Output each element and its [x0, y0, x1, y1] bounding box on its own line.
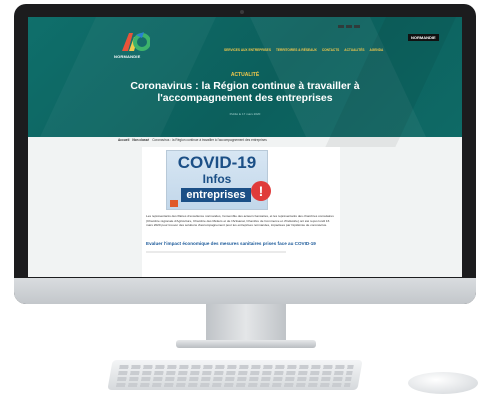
key-row — [116, 377, 352, 381]
warning-icon: ! — [251, 181, 271, 201]
key-row — [119, 365, 354, 369]
keyboard — [107, 360, 363, 390]
main-nav: SERVICES AUX ENTREPRISES TERRITOIRES & R… — [224, 48, 383, 52]
key-row — [118, 371, 353, 375]
region-badge[interactable]: NORMANDIE — [408, 34, 439, 41]
article-subheading: Evaluer l'impact économique des mesures … — [146, 241, 316, 246]
monitor-chin — [14, 278, 476, 304]
nav-item-agenda[interactable]: AGENDA — [369, 48, 383, 52]
image-banner: entreprises — [181, 188, 251, 202]
social-icon[interactable] — [346, 25, 352, 28]
social-icon[interactable] — [338, 25, 344, 28]
nav-item-actualites[interactable]: ACTUALITÉS — [344, 48, 364, 52]
monitor-stand-base — [176, 340, 316, 348]
social-icon[interactable] — [354, 25, 360, 28]
image-subtitle: Infos — [202, 172, 232, 186]
screen: NORMANDIE SERVICES AUX ENTREPRISES TERRI… — [28, 17, 462, 277]
nav-item-territoires[interactable]: TERRITOIRES & RÉSEAUX — [276, 48, 317, 52]
page-title: Coronavirus : la Région continue à trava… — [130, 80, 360, 104]
breadcrumb-current: Coronavirus : la Région continue à trava… — [152, 138, 267, 142]
camera-icon — [240, 10, 244, 14]
topbar-social-icons[interactable] — [338, 25, 360, 28]
nav-item-services[interactable]: SERVICES AUX ENTREPRISES — [224, 48, 271, 52]
image-title: COVID-19 — [177, 153, 257, 172]
key-row — [115, 383, 351, 387]
article-card: COVID-19 Infos entreprises ! Les représe… — [142, 147, 340, 277]
logo-text: NORMANDIE — [114, 54, 141, 59]
breadcrumb: Accueil Non classé Coronavirus : la Régi… — [118, 138, 267, 142]
covid-info-image: COVID-19 Infos entreprises ! — [166, 150, 271, 210]
article-paragraph: Les représentants des filières d'excelle… — [146, 214, 334, 228]
breadcrumb-home[interactable]: Accueil — [118, 138, 129, 142]
publish-date: Publié le 17 mars 2020 — [229, 112, 261, 116]
text-placeholder — [146, 251, 286, 253]
site-logo[interactable] — [120, 29, 150, 53]
hero-banner: NORMANDIE SERVICES AUX ENTREPRISES TERRI… — [28, 17, 462, 147]
brand-mark-icon — [170, 200, 178, 207]
mouse — [408, 372, 478, 394]
hero-category: ACTUALITÉ — [230, 72, 260, 78]
monitor-stand — [206, 304, 286, 344]
breadcrumb-section[interactable]: Non classé — [132, 138, 149, 142]
nav-item-contacts[interactable]: CONTACTS — [322, 48, 339, 52]
